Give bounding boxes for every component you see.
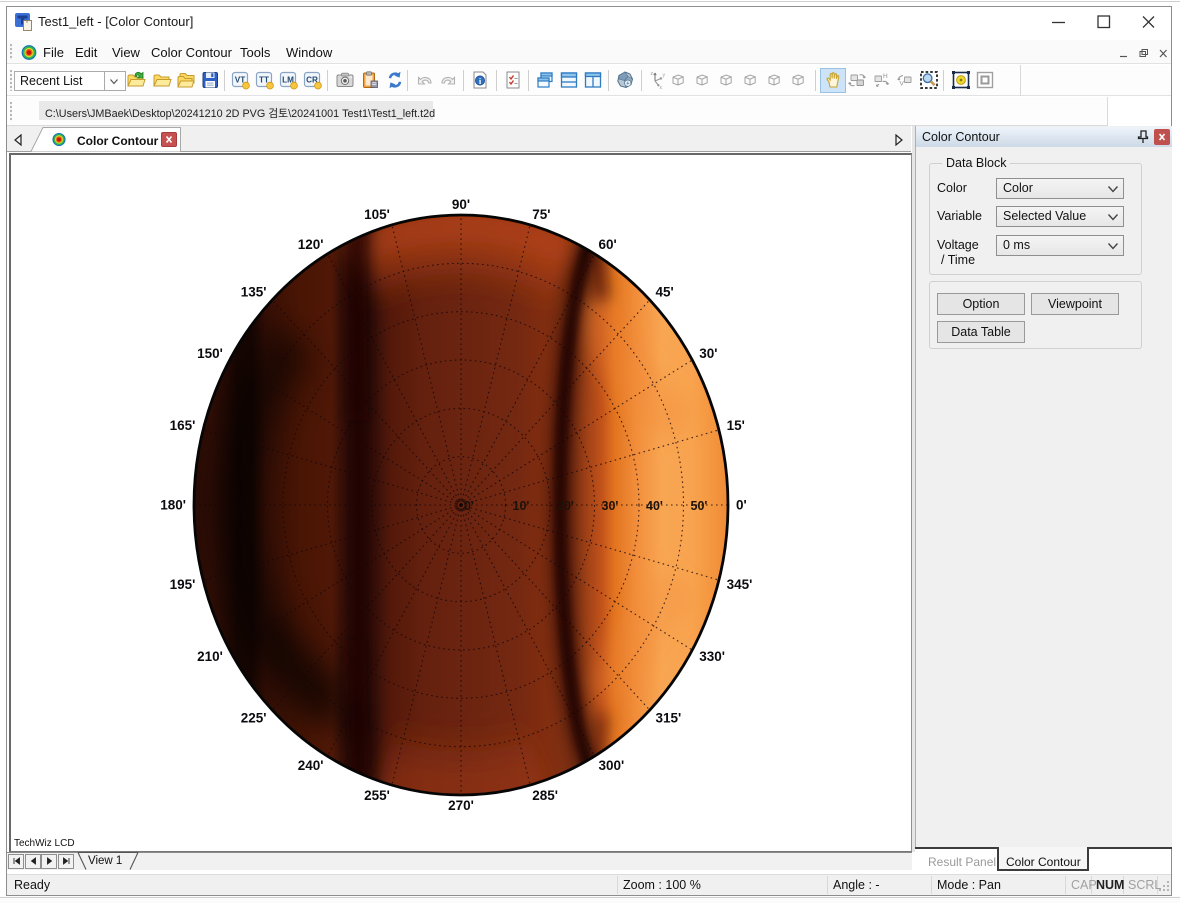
svg-text:135': 135' — [241, 284, 267, 299]
svg-text:225': 225' — [241, 711, 267, 726]
svg-text:330': 330' — [699, 649, 725, 664]
svg-text:0': 0' — [464, 499, 474, 513]
svg-text:165': 165' — [170, 418, 196, 433]
svg-text:50': 50' — [691, 499, 708, 513]
svg-text:45': 45' — [656, 284, 674, 299]
svg-text:240': 240' — [298, 758, 324, 773]
svg-text:315': 315' — [656, 711, 682, 726]
svg-text:90': 90' — [452, 197, 470, 212]
svg-text:75': 75' — [532, 207, 550, 222]
svg-text:180': 180' — [160, 498, 186, 513]
svg-text:255': 255' — [364, 788, 390, 803]
svg-text:120': 120' — [298, 237, 324, 252]
svg-text:210': 210' — [197, 649, 223, 664]
svg-text:30': 30' — [699, 346, 717, 361]
svg-text:40': 40' — [646, 499, 663, 513]
svg-text:300': 300' — [599, 758, 625, 773]
svg-text:285': 285' — [532, 788, 558, 803]
svg-text:60': 60' — [599, 237, 617, 252]
svg-text:30': 30' — [602, 499, 619, 513]
svg-text:15': 15' — [727, 418, 745, 433]
svg-text:150': 150' — [197, 346, 223, 361]
svg-text:270': 270' — [448, 798, 474, 813]
svg-text:10': 10' — [513, 499, 530, 513]
svg-text:20': 20' — [557, 499, 574, 513]
svg-text:345': 345' — [727, 577, 753, 592]
svg-text:105': 105' — [364, 207, 390, 222]
svg-text:0': 0' — [736, 498, 747, 513]
svg-text:195': 195' — [170, 577, 196, 592]
